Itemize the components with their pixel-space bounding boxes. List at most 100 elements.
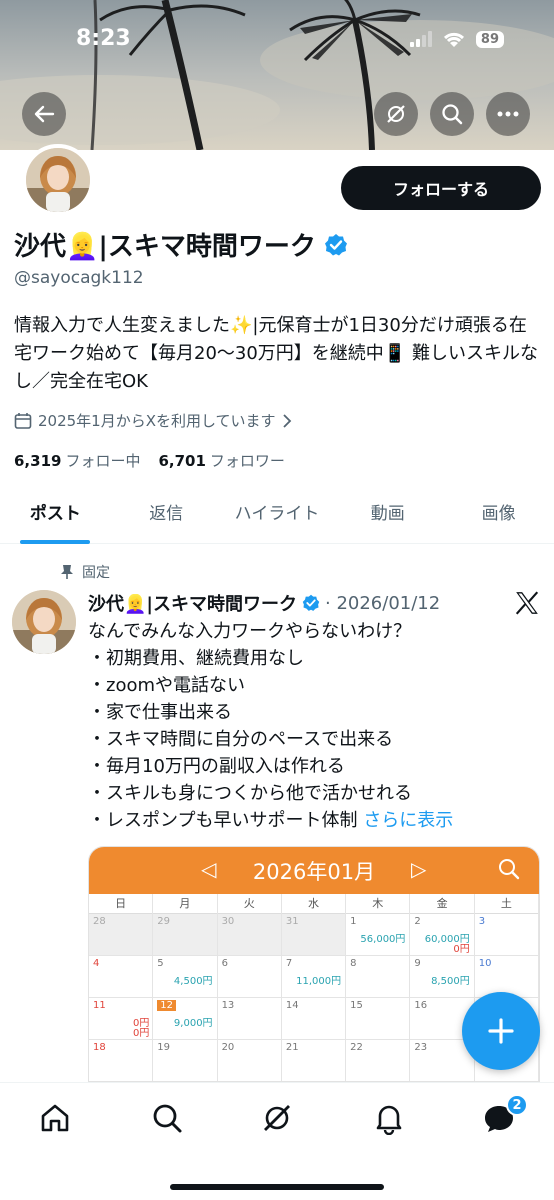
calendar-weekday: 日 [89,894,154,914]
followers-count: 6,701 [158,452,206,470]
status-time: 8:23 [76,26,131,51]
tab-highlights[interactable]: ハイライト [222,486,333,543]
calendar-day-number: 1 [350,916,357,927]
calendar-day-number: 14 [285,1000,299,1011]
calendar-day-cell: 1 56,000円 [346,914,411,956]
post-line: ・レスポンプも早いサポート体制 [88,810,358,831]
calendar-day-number: 9 [414,958,421,969]
calendar-weekday: 木 [346,894,411,914]
calendar-header: ◁ 2026年01月 ▷ [89,847,539,894]
calendar-day-number: 15 [350,1000,363,1011]
verified-badge-icon[interactable] [302,594,320,612]
calendar-day-cell: 14 [281,998,347,1040]
avatar-illustration [12,590,76,654]
following-link[interactable]: 6,319 フォロー中 [14,450,140,471]
calendar-day-cell: 31 [281,914,347,956]
following-count: 6,319 [14,452,62,470]
calendar-income-amount: 8,500円 [431,976,470,987]
calendar-day-number: 12 [157,1000,177,1011]
calendar-day-number: 28 [93,916,106,927]
profile-tabs: ポスト 返信 ハイライト 動画 画像 [0,486,554,544]
display-name-text: 沙代👱‍♀️|スキマ時間ワーク [14,232,316,262]
plus-icon [488,1018,514,1044]
palm-tree-banner-image [0,0,554,150]
calendar-day-number: 13 [221,1000,235,1011]
home-indicator [170,1184,384,1190]
calendar-day-number: 8 [350,958,357,969]
calendar-day-cell: 9 8,500円 [410,956,475,998]
calendar-weekday: 月 [153,894,218,914]
bottom-navigation [0,1082,554,1200]
explore-search-icon[interactable] [150,1101,184,1135]
profile-bio: 情報入力で人生変えました✨|元保育士が1日30分だけ頑張る在宅ワーク始めて【毎月… [14,315,538,392]
calendar-day-cell: 21 [282,1040,347,1081]
post-line-last: ・レスポンプも早いサポート体制 さらに表示 [88,807,544,834]
profile-display-name: 沙代👱‍♀️|スキマ時間ワーク [14,226,348,263]
calendar-day-cell: 8 [346,956,411,998]
post-line: ・zoomや電話ない [88,675,246,696]
post-author-name[interactable]: 沙代👱‍♀️|スキマ時間ワーク [88,590,297,616]
verified-badge-icon[interactable] [324,233,348,257]
calendar-income-amount: 56,000円 [360,934,406,945]
calendar-weekday-row: 日月火水木金土 [89,894,539,914]
pinned-label: 固定 [82,565,110,581]
notifications-bell-icon[interactable] [372,1101,406,1135]
tab-videos[interactable]: 動画 [332,486,443,543]
arrow-left-icon [34,105,55,123]
profile-banner[interactable]: 8:23 89 [0,0,554,150]
back-button[interactable] [22,92,66,136]
grok-icon[interactable] [260,1101,294,1135]
pinned-indicator: 固定 [60,562,110,582]
more-options-button[interactable] [486,92,530,136]
calendar-day-number: 30 [221,916,235,927]
more-dots-icon [497,111,519,117]
calendar-day-number: 29 [157,916,171,927]
post-line: ・家で仕事出来る [88,702,232,723]
show-more-link[interactable]: さらに表示 [363,810,453,831]
grok-button[interactable] [374,92,418,136]
post-body[interactable]: なんでみんな入力ワークやらないわけ？ ・初期費用、継続費用なし ・zoomや電話… [88,618,544,834]
calendar-day-cell: 5 4,500円 [153,956,218,998]
calendar-day-cell: 20 [218,1040,282,1081]
calendar-day-cell: 13 [217,998,282,1040]
post-line: ・毎月10万円の副収入は作れる [88,756,345,777]
profile-avatar[interactable] [22,144,94,216]
follow-button[interactable]: フォローする [341,166,541,210]
followers-link[interactable]: 6,701 フォロワー [158,450,284,471]
followers-label: フォロワー [209,452,285,470]
post-line: なんでみんな入力ワークやらないわけ？ [88,621,412,642]
tab-posts[interactable]: ポスト [0,486,111,543]
calendar-day-cell: 28 [89,914,154,956]
calendar-day-number: 6 [221,958,228,969]
calendar-weekday: 金 [410,894,475,914]
calendar-search-icon [499,859,520,880]
calendar-day-cell: 12 9,000円 [153,998,218,1040]
calendar-income-amount: 11,000円 [296,976,342,987]
wifi-icon [443,32,464,47]
following-label: フォロー中 [65,452,141,470]
compose-post-button[interactable] [462,992,540,1070]
calendar-day-number: 5 [157,958,164,969]
calendar-day-cell: 18 [89,1040,154,1081]
post-author-avatar[interactable] [12,590,76,654]
search-button[interactable] [430,92,474,136]
home-icon[interactable] [38,1101,72,1135]
calendar-day-number: 4 [93,958,100,969]
calendar-day-cell: 19 [153,1040,218,1081]
battery-indicator: 89 [475,30,504,48]
calendar-day-number: 31 [285,916,299,927]
calendar-next-icon: ▷ [411,857,427,881]
notification-badge: 2 [506,1094,528,1116]
calendar-weekday: 水 [282,894,347,914]
tab-replies[interactable]: 返信 [111,486,222,543]
calendar-icon [14,412,32,429]
x-logo-icon[interactable] [514,590,540,616]
calendar-day-cell: 3 [474,914,539,956]
joined-date[interactable]: 2025年1月からXを利用しています [14,410,292,431]
calendar-income-amount: 9,000円 [173,1018,213,1029]
post-line: ・スキルも身につくから他で活かせれる [88,783,412,804]
calendar-weekday: 火 [218,894,282,914]
calendar-day-cell: 2 60,000円 0円 [410,914,475,956]
calendar-day-number: 3 [478,916,486,927]
tab-media[interactable]: 画像 [443,486,554,543]
